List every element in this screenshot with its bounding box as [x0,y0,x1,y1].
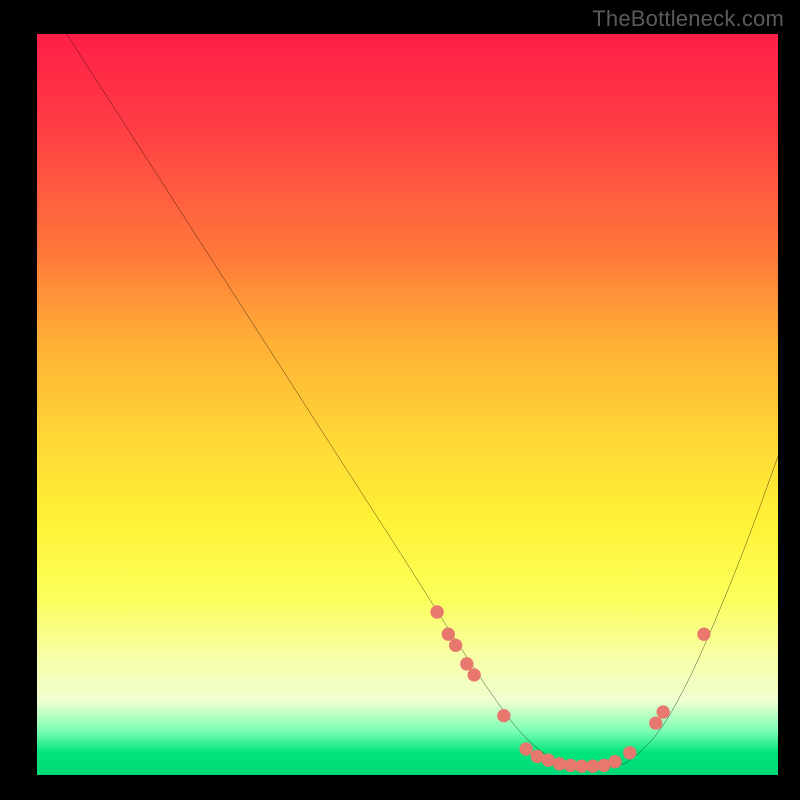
data-marker [519,742,532,755]
data-marker [468,668,481,681]
data-marker [623,746,636,759]
data-marker [442,628,455,641]
chart-svg [37,34,778,775]
marker-group [430,605,710,772]
data-marker [608,755,621,768]
bottleneck-curve [67,34,778,769]
chart-frame: TheBottleneck.com [0,0,800,800]
data-marker [656,705,669,718]
data-marker [497,709,510,722]
data-marker [649,716,662,729]
plot-area [37,34,778,775]
data-marker [697,628,710,641]
data-marker [430,605,443,618]
data-marker [460,657,473,670]
watermark-text: TheBottleneck.com [592,6,784,32]
data-marker [449,639,462,652]
